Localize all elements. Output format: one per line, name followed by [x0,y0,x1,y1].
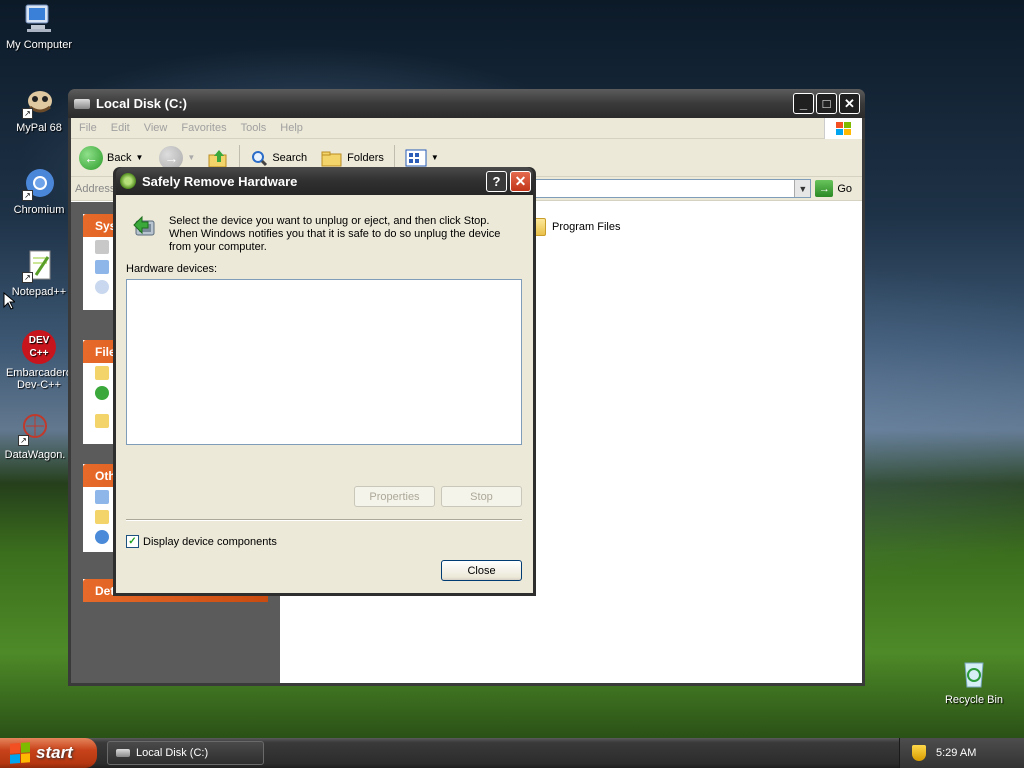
mouse-cursor-icon [3,292,15,310]
up-folder-button[interactable] [207,148,229,168]
shortcut-arrow-icon: ↗ [18,435,29,446]
back-arrow-icon: ← [79,145,103,170]
globe-icon [95,386,109,400]
start-label: start [36,743,73,762]
hardware-devices-label: Hardware devices: [126,263,218,275]
view-info-icon [95,240,109,254]
display-components-checkbox[interactable]: ✓ [126,535,139,548]
list-item[interactable]: Program Files [524,218,620,236]
desktop-icon-recycle-bin[interactable]: Recycle Bin [934,657,1014,706]
chevron-down-icon[interactable]: ▼ [794,180,811,197]
views-button[interactable]: ▼ [405,149,439,167]
back-button[interactable]: ← Back ▼ [79,145,143,170]
shortcut-arrow-icon: ↗ [22,108,33,119]
menu-file[interactable]: File [79,122,97,134]
back-label: Back [107,151,132,164]
dialog-title: Safely Remove Hardware [142,173,298,189]
system-tray: 5:29 AM [899,738,1024,768]
address-label: Address [75,182,116,195]
menu-help[interactable]: Help [280,122,303,134]
go-label: Go [837,182,852,195]
menu-bar: File Edit View Favorites Tools Help [71,118,862,139]
share-folder-icon [95,414,109,428]
dialog-close-button[interactable]: ✕ [510,170,531,192]
stop-button[interactable]: Stop [441,486,522,507]
menu-favorites[interactable]: Favorites [181,122,226,134]
folders-icon [321,151,342,166]
documents-icon [95,510,109,524]
desktop-icon-datawagon[interactable]: ↗ DataWagon. [0,412,75,461]
search-icon [95,280,109,294]
clock[interactable]: 5:29 AM [936,747,976,759]
search-icon [252,150,268,166]
forward-arrow-icon: → [159,145,184,170]
notepadpp-icon: ↗ [22,249,56,283]
computer-icon [22,2,56,36]
dialog-title-bar[interactable]: Safely Remove Hardware ? ✕ [116,167,533,195]
divider [126,519,522,521]
go-button[interactable]: → Go [815,180,852,197]
folder-label: Program Files [552,221,621,233]
folders-label: Folders [347,151,384,164]
taskbar-button-label: Local Disk (C:) [136,747,209,759]
security-shield-icon[interactable] [912,745,926,761]
views-icon [405,149,427,166]
drive-icon [74,98,90,109]
hardware-devices-list[interactable] [126,279,522,445]
mypal-icon: ↗ [22,85,56,119]
desktop-icon-label: My Computer [5,39,73,51]
search-label: Search [272,151,308,164]
close-button[interactable]: ✕ [839,93,860,114]
drive-icon [116,749,130,757]
recycle-bin-icon [957,657,991,691]
menu-edit[interactable]: Edit [111,122,130,134]
chevron-down-icon: ▼ [430,153,439,162]
desktop-icon-label: Recycle Bin [944,694,1004,706]
up-folder-icon [208,149,227,167]
forward-button[interactable]: → ▼ [159,145,195,170]
desktop-icon-label: DataWagon. [4,449,66,461]
taskbar: start Local Disk (C:) 5:29 AM [0,738,1024,768]
eject-hardware-icon [133,215,155,236]
folders-button[interactable]: Folders [321,149,384,167]
chevron-down-icon[interactable]: ▼ [187,153,195,162]
go-arrow-icon: → [815,180,834,197]
maximize-button[interactable]: □ [816,93,837,114]
computer-icon [95,490,109,504]
devcpp-icon: DEV C++ [22,330,56,364]
chevron-down-icon[interactable]: ▼ [135,153,143,162]
display-components-option[interactable]: ✓ Display device components [126,535,277,548]
explorer-title: Local Disk (C:) [96,96,188,111]
start-button[interactable]: start [0,738,97,768]
safely-remove-hardware-dialog: Safely Remove Hardware ? ✕ Select the de… [113,167,536,596]
search-button[interactable]: Search [250,149,307,167]
display-components-label: Display device components [143,535,277,548]
shortcut-arrow-icon: ↗ [22,272,33,283]
menu-tools[interactable]: Tools [241,122,267,134]
dialog-body: Select the device you want to unplug or … [116,195,533,593]
shortcut-arrow-icon: ↗ [22,190,33,201]
windows-logo-icon [824,118,862,139]
network-icon [95,530,109,544]
folder-icon [95,366,109,380]
minimize-button[interactable]: _ [793,93,814,114]
menu-view[interactable]: View [144,122,168,134]
datawagon-icon: ↗ [18,412,52,446]
properties-button[interactable]: Properties [354,486,435,507]
close-dialog-button[interactable]: Close [441,560,522,581]
help-button[interactable]: ? [486,170,507,192]
desktop-icon-my-computer[interactable]: My Computer [0,2,79,51]
explorer-title-bar[interactable]: Local Disk (C:) _ □ ✕ [68,89,865,118]
taskbar-button-local-disk[interactable]: Local Disk (C:) [107,741,264,765]
add-remove-icon [95,260,109,274]
instructions-text: Select the device you want to unplug or … [169,215,501,253]
windows-logo-icon [10,742,30,764]
hardware-icon [120,173,136,189]
chromium-icon: ↗ [22,167,56,201]
